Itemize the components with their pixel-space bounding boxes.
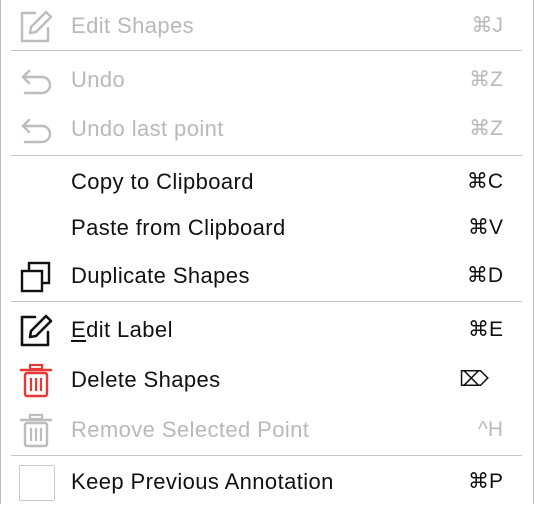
menu-separator [11, 155, 522, 156]
menu-item-shortcut: ⌦ [459, 368, 489, 391]
menu-item-shortcut: ⌘J [471, 14, 504, 37]
menu-item-shortcut: ⌘E [467, 318, 503, 341]
menu-item-shortcut: ⌘Z [469, 117, 503, 140]
menu-item-duplicate-shapes[interactable]: Duplicate Shapes ⌘D [1, 253, 533, 299]
trash-icon [18, 363, 54, 399]
edit-shapes-icon [18, 9, 54, 45]
menu-item-undo[interactable]: Undo ⌘Z [1, 57, 533, 103]
menu-item-label: Undo last point [71, 116, 224, 141]
menu-item-label-rest: dit Label [86, 317, 173, 342]
menu-item-paste-from-clipboard[interactable]: Paste from Clipboard ⌘V [1, 205, 533, 251]
menu-item-keep-previous-annotation[interactable]: Keep Previous Annotation ⌘P [1, 459, 533, 505]
undo-icon [18, 63, 54, 99]
menu-separator [11, 301, 522, 302]
duplicate-icon [18, 259, 54, 295]
menu-item-label: Edit Label [71, 307, 173, 353]
menu-item-label: Delete Shapes [71, 367, 221, 392]
menu-item-remove-selected-point[interactable]: Remove Selected Point ^H [1, 407, 533, 453]
trash-icon [18, 413, 54, 449]
menu-item-edit-label[interactable]: Edit Label ⌘E [1, 307, 533, 353]
menu-separator [11, 50, 522, 51]
menu-separator [11, 455, 522, 456]
undo-icon [18, 112, 54, 148]
menu-item-label: Keep Previous Annotation [71, 469, 334, 494]
menu-item-label: Undo [71, 67, 126, 92]
menu-item-shortcut: ^H [477, 418, 503, 441]
menu-item-label: Duplicate Shapes [71, 263, 250, 288]
menu-item-shortcut: ⌘V [467, 216, 503, 239]
keep-previous-annotation-checkbox[interactable] [19, 465, 55, 501]
menu-item-label: Remove Selected Point [71, 417, 310, 442]
menu-item-label: Copy to Clipboard [71, 169, 254, 194]
mnemonic-letter: E [71, 317, 87, 342]
edit-label-icon [18, 313, 54, 349]
menu-item-undo-last-point[interactable]: Undo last point ⌘Z [1, 106, 533, 152]
menu-item-edit-shapes[interactable]: Edit Shapes ⌘J [1, 3, 533, 49]
menu-item-label: Paste from Clipboard [71, 215, 286, 240]
menu-item-copy-to-clipboard[interactable]: Copy to Clipboard ⌘C [1, 159, 533, 205]
menu-item-shortcut: ⌘D [466, 264, 503, 287]
menu-item-shortcut: ⌘P [467, 470, 503, 493]
menu-item-shortcut: ⌘C [466, 170, 503, 193]
menu-item-shortcut: ⌘Z [469, 68, 503, 91]
context-menu: Edit Shapes ⌘J Undo ⌘Z Undo last point ⌘… [0, 0, 534, 504]
menu-item-label: Edit Shapes [71, 13, 195, 38]
menu-item-delete-shapes[interactable]: Delete Shapes ⌦ [1, 357, 533, 403]
